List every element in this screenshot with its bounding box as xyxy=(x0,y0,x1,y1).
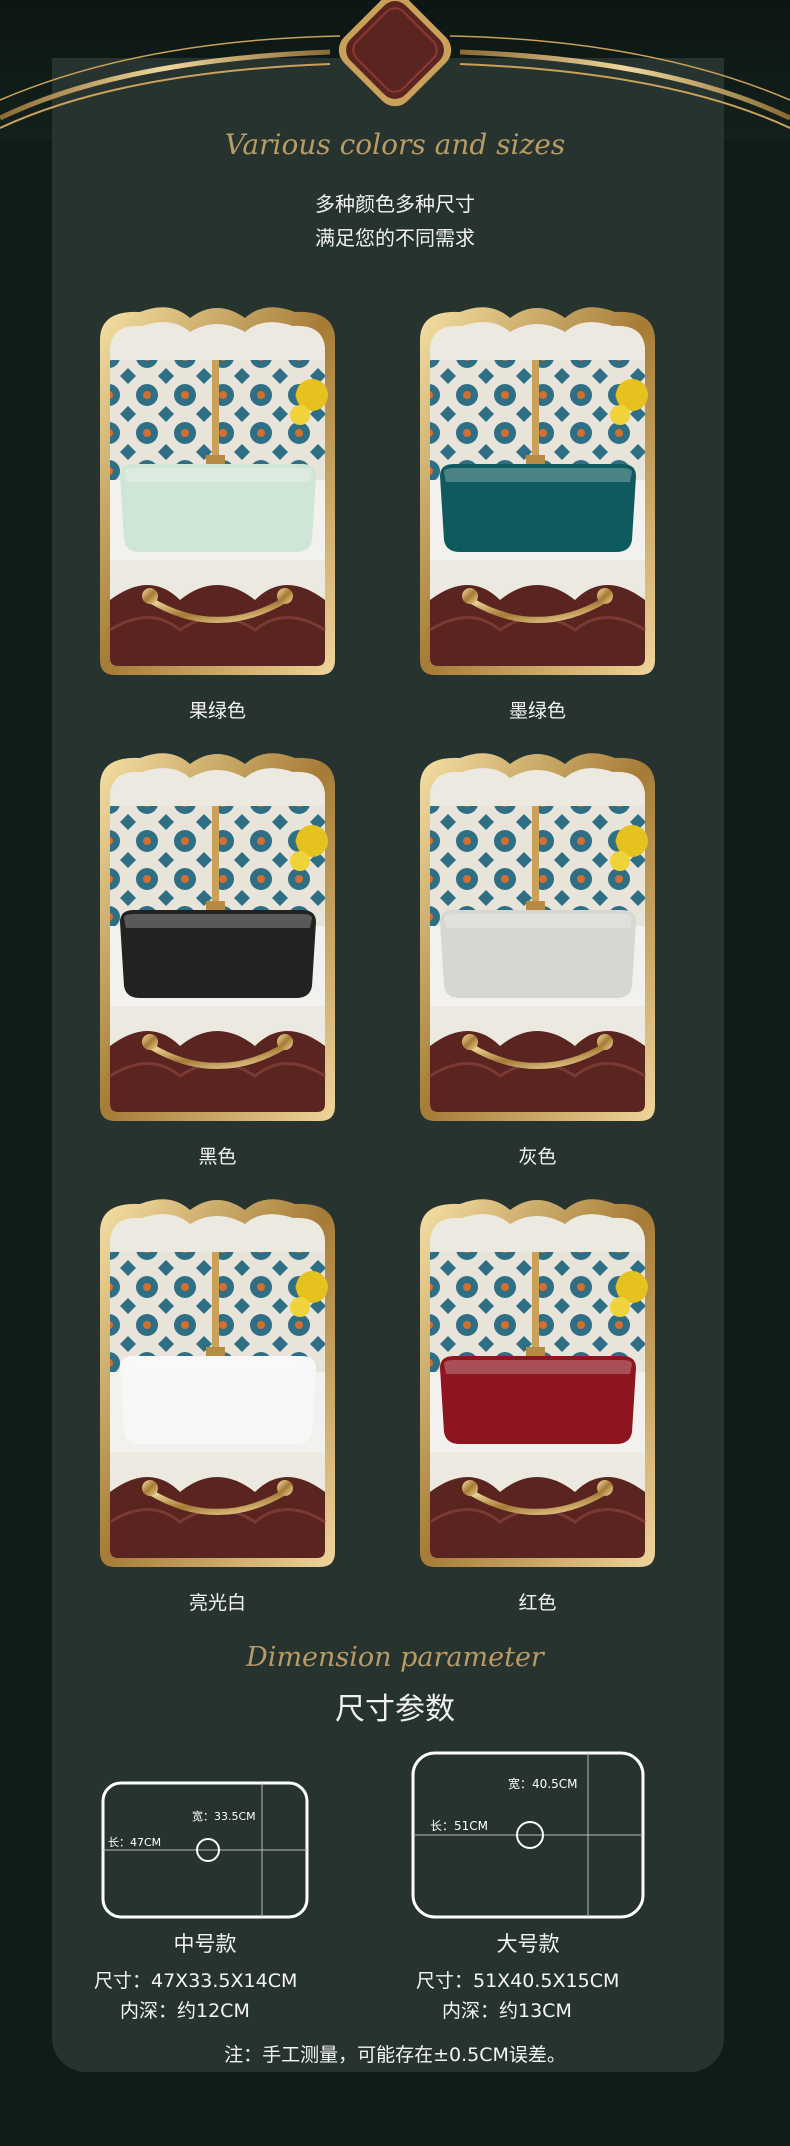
basin-image-1 xyxy=(100,307,335,675)
medium-depth: 内深：约12CM xyxy=(120,2000,250,2022)
large-length-label: 长：51CM xyxy=(430,1819,488,1833)
swatch-label-2: 墨绿色 xyxy=(508,700,566,722)
medallion-icon xyxy=(338,0,452,107)
header-line-2: 满足您的不同需求 xyxy=(315,226,475,250)
swatch-label-6: 红色 xyxy=(518,1592,557,1614)
measurement-note: 注：手工测量，可能存在±0.5CM误差。 xyxy=(224,2044,566,2066)
basin-image-5 xyxy=(100,1199,335,1567)
medium-model-name: 中号款 xyxy=(173,1932,237,1956)
large-depth: 内深：约13CM xyxy=(442,2000,572,2022)
large-width-label: 宽：40.5CM xyxy=(508,1776,577,1791)
basin-image-2 xyxy=(420,307,655,675)
medium-width-label: 宽：33.5CM xyxy=(192,1809,256,1823)
basin-card-6 xyxy=(410,1192,665,1572)
basin-card-1 xyxy=(90,300,345,680)
medium-length-label: 长：47CM xyxy=(108,1836,161,1849)
basin-card-4 xyxy=(410,746,665,1126)
medium-spec: 尺寸：47X33.5X14CM 内深：约12CM xyxy=(94,1966,297,2026)
basin-card-2 xyxy=(410,300,665,680)
swatch-label-1: 果绿色 xyxy=(188,700,246,722)
header-line-1: 多种颜色多种尺寸 xyxy=(315,192,475,216)
basin-image-3 xyxy=(100,753,335,1121)
large-model-name: 大号款 xyxy=(496,1932,560,1956)
dimension-script-title: Dimension parameter xyxy=(246,1642,544,1673)
swatch-label-5: 亮光白 xyxy=(188,1592,246,1614)
large-basin-diagram: 宽：40.5CM 长：51CM xyxy=(411,1751,645,1919)
basin-card-5 xyxy=(90,1192,345,1572)
basin-image-4 xyxy=(420,753,655,1121)
swatch-label-3: 黑色 xyxy=(198,1146,237,1168)
large-spec: 尺寸：51X40.5X15CM 内深：约13CM xyxy=(416,1966,619,2026)
medium-size: 尺寸：47X33.5X14CM xyxy=(94,1970,298,1992)
large-size: 尺寸：51X40.5X15CM xyxy=(416,1970,620,1992)
swatch-label-4: 灰色 xyxy=(518,1146,557,1168)
dimension-title: 尺寸参数 xyxy=(335,1692,455,1727)
basin-card-3 xyxy=(90,746,345,1126)
basin-image-6 xyxy=(420,1199,655,1567)
medium-basin-diagram: 宽：33.5CM 长：47CM xyxy=(101,1781,309,1919)
header-script-title: Various colors and sizes xyxy=(224,128,566,161)
